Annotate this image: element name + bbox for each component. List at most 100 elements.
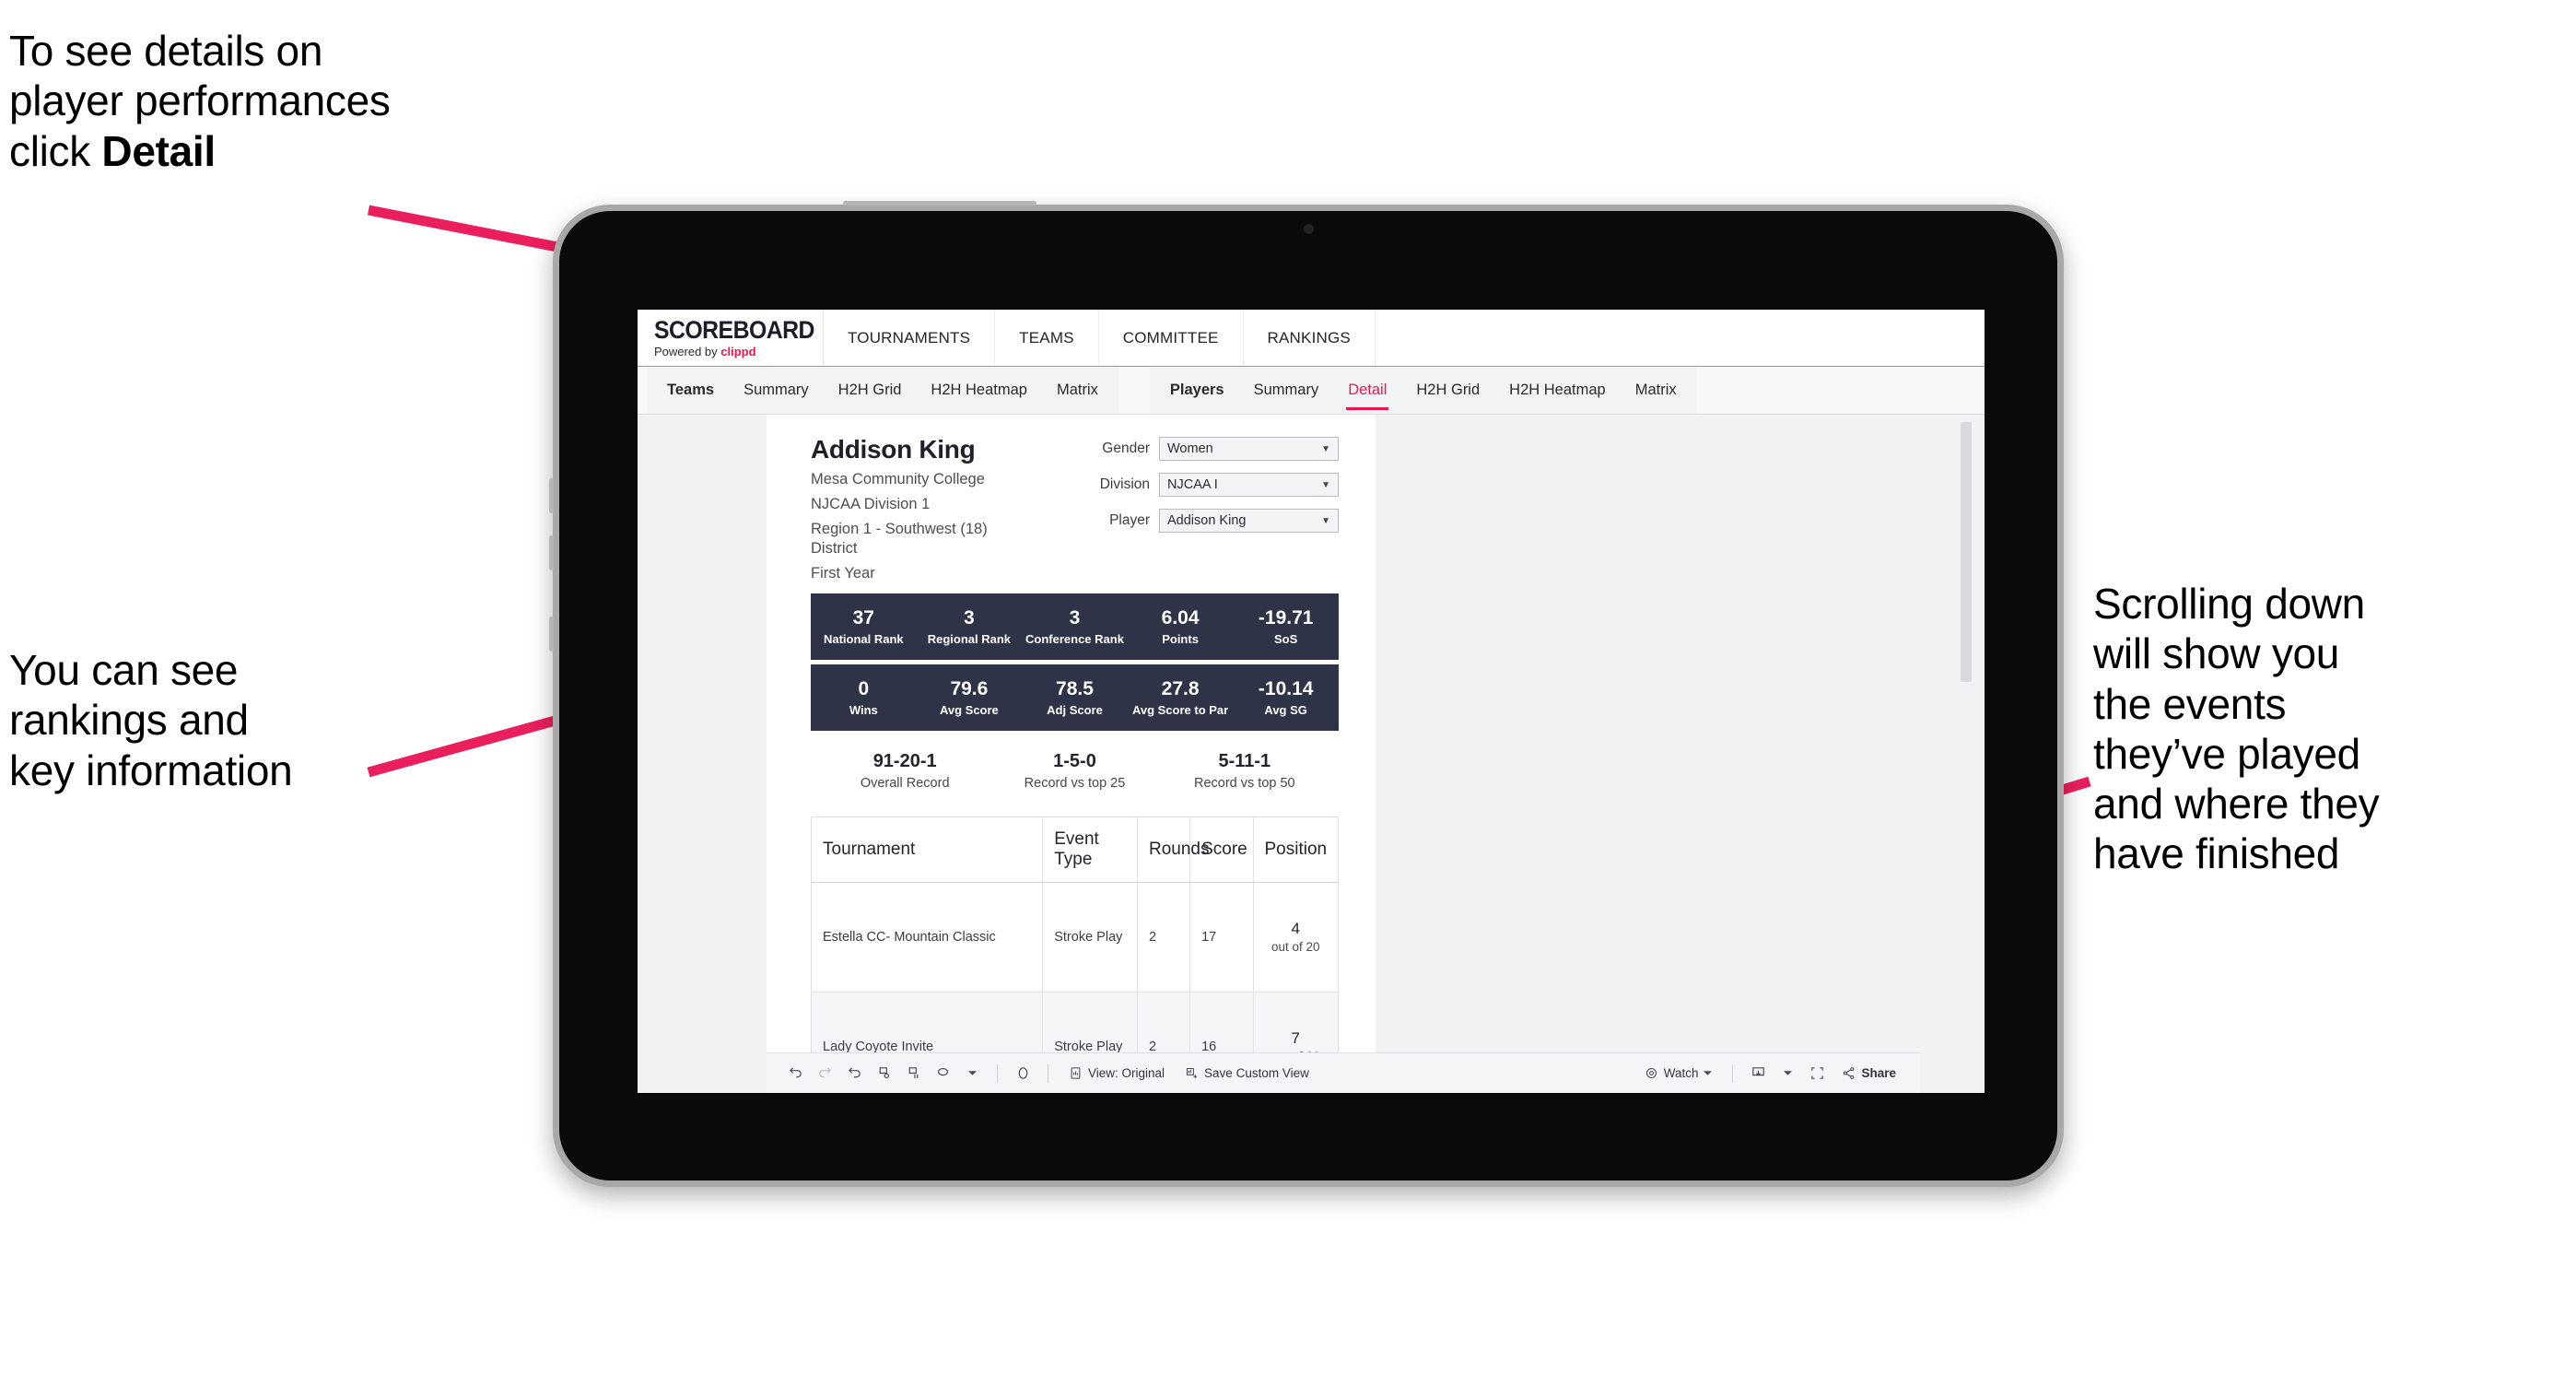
records-row: 91-20-1 Overall Record 1-5-0 Record vs t…: [811, 751, 1339, 791]
player-year: First Year: [811, 565, 875, 582]
stat-value: 79.6: [950, 677, 989, 699]
column-header-rounds[interactable]: Rounds: [1138, 816, 1210, 882]
nav-item-tournaments[interactable]: TOURNAMENTS: [824, 310, 996, 366]
filter-player: Player Addison King ▼: [1036, 509, 1339, 533]
chevron-down-icon: ▼: [1321, 443, 1330, 454]
tablet-volume-up-button[interactable]: [549, 478, 554, 513]
stat-avg-score-to-par: 27.8 Avg Score to Par: [1128, 678, 1234, 717]
tab-players-h2h-grid[interactable]: H2H Grid: [1401, 367, 1494, 414]
nav-item-committee[interactable]: COMMITTEE: [1099, 310, 1244, 366]
column-header-position[interactable]: Position: [1254, 817, 1338, 882]
save-custom-view-label: Save Custom View: [1204, 1066, 1309, 1080]
stat-label: Avg Score to Par: [1131, 702, 1229, 717]
pause-data-icon[interactable]: [899, 1060, 927, 1087]
tab-players-summary[interactable]: Summary: [1239, 367, 1334, 414]
stat-wins: 0 Wins: [811, 678, 917, 717]
tab-players-h2h-heatmap[interactable]: H2H Heatmap: [1494, 367, 1621, 414]
nav-item-teams[interactable]: TEAMS: [995, 310, 1099, 366]
vertical-scrollbar[interactable]: [1961, 422, 1972, 682]
chevron-down-icon: [1704, 1071, 1713, 1075]
tablet-camera-icon: [1304, 224, 1314, 234]
stats-band-rankings: 37 National Rank 3 Regional Rank 3 Confe…: [811, 593, 1339, 660]
logo-subtitle-prefix: Powered by: [654, 345, 721, 358]
gender-select-value: Women: [1167, 441, 1213, 456]
toolbar-divider: [1732, 1063, 1734, 1083]
stat-value: 3: [1069, 606, 1081, 628]
division-select-value: NJCAA I: [1167, 477, 1218, 492]
download-icon[interactable]: [1744, 1060, 1772, 1087]
stat-label: National Rank: [823, 631, 904, 646]
tab-teams-h2h-grid[interactable]: H2H Grid: [824, 367, 917, 414]
refresh-data-icon[interactable]: [870, 1060, 897, 1087]
stat-label: Adj Score: [1047, 702, 1103, 717]
player-profile-row: Addison King Mesa Community College NJCA…: [811, 435, 1339, 584]
highlight-icon[interactable]: [1009, 1060, 1036, 1087]
view-original-button[interactable]: View: Original: [1060, 1066, 1174, 1080]
stat-avg-sg: -10.14 Avg SG: [1233, 678, 1339, 717]
stat-adj-score: 78.5 Adj Score: [1022, 678, 1128, 717]
player-detail-sheet: Addison King Mesa Community College NJCA…: [767, 415, 1376, 1093]
stat-points: 6.04 Points: [1128, 607, 1234, 646]
stat-value: 78.5: [1056, 677, 1094, 699]
filter-division-label: Division: [1099, 476, 1150, 492]
tablet-side-button[interactable]: [549, 617, 554, 652]
player-school: Mesa Community College: [811, 471, 985, 487]
column-header-event-type[interactable]: Event Type: [1043, 816, 1138, 882]
stat-value: -10.14: [1258, 677, 1314, 699]
position-value: 7: [1291, 1029, 1301, 1048]
redo-icon[interactable]: [811, 1060, 838, 1087]
player-select[interactable]: Addison King ▼: [1159, 509, 1339, 533]
stat-conference-rank: 3 Conference Rank: [1022, 607, 1128, 646]
pan-icon[interactable]: [929, 1060, 956, 1087]
column-header-tournament[interactable]: Tournament: [812, 816, 1044, 882]
stat-label: Avg Score: [939, 702, 999, 717]
annotation-top-left: To see details on player performances cl…: [9, 26, 617, 176]
sheet-inner: Addison King Mesa Community College NJCA…: [767, 435, 1376, 1093]
save-custom-view-button[interactable]: Save Custom View: [1176, 1066, 1318, 1080]
stat-national-rank: 37 National Rank: [811, 607, 917, 646]
stat-value: 27.8: [1161, 677, 1200, 699]
player-identity: Addison King Mesa Community College NJCA…: [811, 435, 1036, 584]
record-label: Record vs top 50: [1194, 775, 1295, 791]
tablet-power-button[interactable]: [843, 201, 1036, 206]
tabgroup-players-label: Players: [1169, 382, 1224, 398]
canvas-right-gutter: [1376, 415, 1985, 1093]
share-button[interactable]: Share: [1832, 1066, 1905, 1080]
dashboard-content: Addison King Mesa Community College NJCA…: [638, 415, 1985, 1093]
revert-icon[interactable]: [840, 1060, 868, 1087]
chevron-down-icon[interactable]: [1774, 1060, 1801, 1087]
tab-teams-matrix[interactable]: Matrix: [1042, 367, 1113, 414]
slide-canvas: To see details on player performances cl…: [0, 0, 2576, 1386]
stat-label: Avg SG: [1264, 702, 1307, 717]
table-header-row: Tournament Event Type Rounds Score Posit…: [812, 816, 1338, 883]
watch-button[interactable]: Watch: [1635, 1066, 1722, 1080]
tab-players-matrix[interactable]: Matrix: [1621, 367, 1692, 414]
division-select[interactable]: NJCAA I ▼: [1159, 473, 1339, 497]
fullscreen-icon[interactable]: [1803, 1060, 1831, 1087]
filter-division: Division NJCAA I ▼: [1036, 473, 1339, 497]
app-logo[interactable]: SCOREBOARD Powered by clippd: [638, 310, 824, 366]
cell-tournament: Estella CC- Mountain Classic: [812, 882, 1044, 992]
stat-label: Conference Rank: [1025, 631, 1124, 646]
gender-select[interactable]: Women ▼: [1159, 437, 1339, 461]
chevron-down-icon[interactable]: [958, 1060, 986, 1087]
record-vs-top-50: 5-11-1 Record vs top 50: [1160, 751, 1329, 791]
primary-nav: TOURNAMENTS TEAMS COMMITTEE RANKINGS: [824, 310, 1376, 366]
stat-value: -19.71: [1258, 606, 1314, 628]
position-value: 4: [1291, 920, 1301, 938]
tablet-device-frame: SCOREBOARD Powered by clippd TOURNAMENTS…: [549, 201, 2064, 1187]
nav-item-rankings[interactable]: RANKINGS: [1244, 310, 1376, 366]
logo-title: SCOREBOARD: [654, 316, 814, 344]
tab-players-detail[interactable]: Detail: [1333, 367, 1401, 414]
tablet-volume-down-button[interactable]: [549, 535, 554, 570]
column-header-score[interactable]: Score: [1190, 816, 1254, 882]
record-vs-top-25: 1-5-0 Record vs top 25: [989, 751, 1159, 791]
logo-subtitle: Powered by clippd: [654, 346, 823, 358]
undo-icon[interactable]: [781, 1060, 809, 1087]
tab-teams-summary[interactable]: Summary: [729, 367, 824, 414]
stat-label: Wins: [849, 702, 878, 717]
app-screen: SCOREBOARD Powered by clippd TOURNAMENTS…: [638, 310, 1985, 1093]
table-row[interactable]: Estella CC- Mountain Classic Stroke Play…: [812, 882, 1338, 993]
stats-band-scoring: 0 Wins 79.6 Avg Score 78.5 Adj Score 27.…: [811, 664, 1339, 731]
tab-teams-h2h-heatmap[interactable]: H2H Heatmap: [916, 367, 1042, 414]
